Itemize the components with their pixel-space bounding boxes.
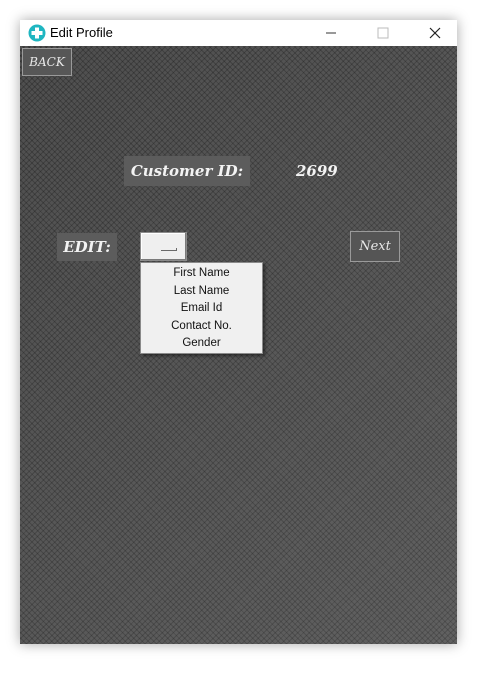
minimize-button[interactable] xyxy=(308,20,354,46)
edit-field-dropdown[interactable] xyxy=(140,232,187,261)
customer-id-label: Customer ID: xyxy=(124,156,250,186)
maximize-button[interactable] xyxy=(360,20,406,46)
next-button[interactable]: Next xyxy=(350,231,400,262)
back-button[interactable]: BACK xyxy=(22,48,72,76)
menu-item-gender[interactable]: Gender xyxy=(141,335,262,353)
close-button[interactable] xyxy=(412,20,458,46)
teal-plus-icon xyxy=(28,24,46,42)
maximize-icon xyxy=(377,27,389,39)
menu-item-first-name[interactable]: First Name xyxy=(141,265,262,283)
dropdown-indicator-icon xyxy=(161,248,177,251)
customer-id-value: 2699 xyxy=(296,162,338,180)
menu-item-contact-no[interactable]: Contact No. xyxy=(141,318,262,336)
close-icon xyxy=(429,27,441,39)
edit-label: EDIT: xyxy=(57,233,117,261)
title-bar[interactable]: Edit Profile xyxy=(20,20,457,46)
edit-profile-window: Edit Profile BACK Customer ID: 2699 EDIT… xyxy=(20,20,457,644)
menu-item-last-name[interactable]: Last Name xyxy=(141,283,262,301)
minimize-icon xyxy=(326,32,336,34)
window-title: Edit Profile xyxy=(50,25,113,40)
edit-options-menu: First Name Last Name Email Id Contact No… xyxy=(140,262,263,354)
menu-item-email-id[interactable]: Email Id xyxy=(141,300,262,318)
form-area: BACK Customer ID: 2699 EDIT: Next First … xyxy=(20,46,457,644)
